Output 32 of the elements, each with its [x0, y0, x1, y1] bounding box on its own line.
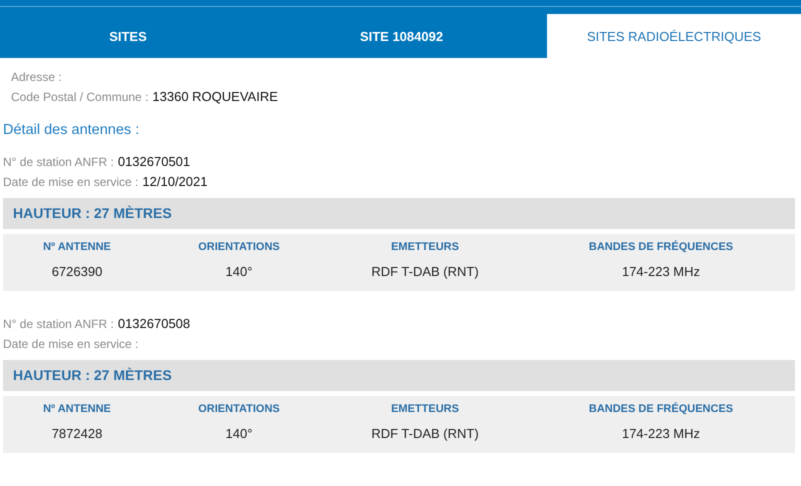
- field-label: N° de station ANFR :: [3, 317, 114, 331]
- field-value: 13360 ROQUEVAIRE: [152, 89, 278, 104]
- column-header: ORIENTATIONS: [197, 240, 281, 255]
- field-value: 0132670508: [118, 316, 190, 331]
- field-label: Date de mise en service :: [3, 337, 138, 351]
- column-header: BANDES DE FRÉQUENCES: [588, 240, 734, 255]
- table-cell-text: RDF T-DAB (RNT): [370, 263, 480, 281]
- table-cell-text: 174-223 MHz: [620, 263, 702, 281]
- section-title: Détail des antennes :: [2, 121, 140, 140]
- column-header: ORIENTATIONS: [197, 402, 281, 417]
- table-cell-text: 6726390: [50, 263, 104, 281]
- field-label: Adresse :: [11, 70, 62, 84]
- tab[interactable]: SITES RADIOÉLECTRIQUES: [547, 14, 801, 58]
- table-cell-text: 174-223 MHz: [620, 425, 702, 443]
- field-value: 0132670501: [118, 154, 190, 169]
- tab[interactable]: SITE 1084092: [256, 14, 547, 58]
- column-header: Nº ANTENNE: [42, 240, 112, 255]
- table-cell-text: 140°: [224, 425, 254, 443]
- height-heading: HAUTEUR : 27 MÈTRES: [3, 198, 795, 229]
- field-label: Code Postal / Commune :: [11, 90, 148, 104]
- column-header: Nº ANTENNE: [42, 402, 112, 417]
- table-cell-text: 7872428: [50, 425, 104, 443]
- tab[interactable]: SITES: [0, 14, 256, 58]
- column-header: EMETTEURS: [390, 402, 460, 417]
- field-value: 12/10/2021: [142, 174, 208, 189]
- table-cell-text: RDF T-DAB (RNT): [370, 425, 480, 443]
- column-header: BANDES DE FRÉQUENCES: [588, 402, 734, 417]
- field-label: N° de station ANFR :: [3, 155, 114, 169]
- table-cell-text: 140°: [224, 263, 254, 281]
- column-header: EMETTEURS: [390, 240, 460, 255]
- height-heading: HAUTEUR : 27 MÈTRES: [3, 360, 795, 391]
- field-label: Date de mise en service :: [3, 175, 138, 189]
